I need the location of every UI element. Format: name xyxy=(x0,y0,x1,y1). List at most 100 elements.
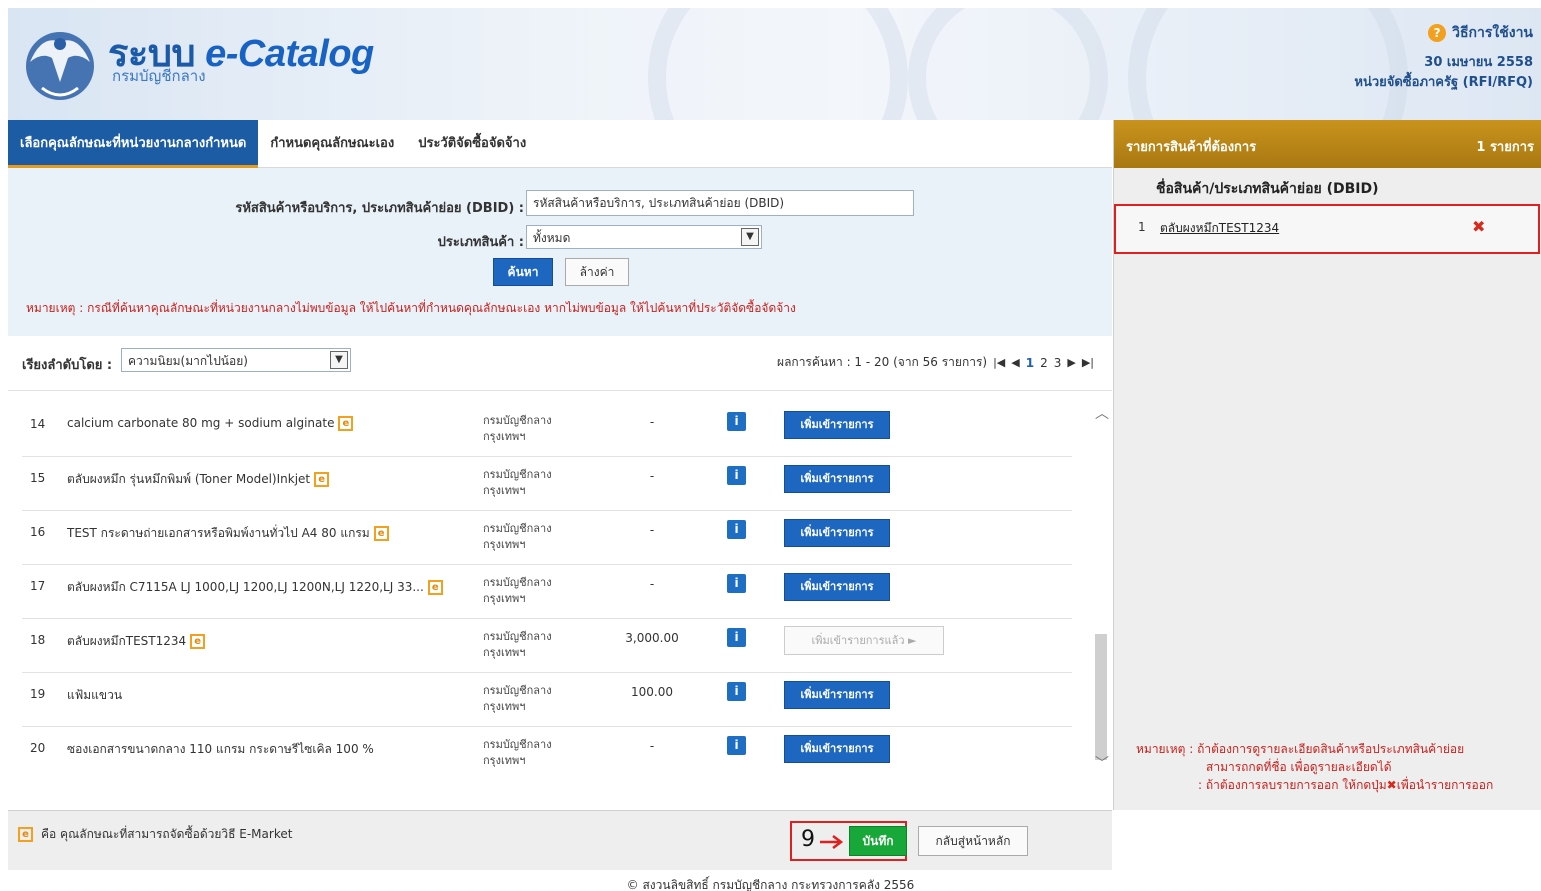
e-market-badge-icon: e xyxy=(314,472,330,487)
price: 3,000.00 xyxy=(625,631,679,645)
help-link[interactable]: ? วิธีการใช้งาน xyxy=(1428,22,1533,44)
result-row: 14 calcium carbonate 80 mg + sodium algi… xyxy=(22,403,1072,457)
search-panel: รหัสสินค้าหรือบริการ, ประเภทสินค้าย่อย (… xyxy=(8,168,1112,336)
row-number: 14 xyxy=(30,417,46,431)
e-market-badge-icon: e xyxy=(338,416,354,431)
next-page-icon[interactable]: ▶ xyxy=(1067,356,1075,369)
agency: กรมบัญชีกลาง กรุงเทพฯ xyxy=(483,522,552,551)
result-count: ผลการค้นหา : 1 - 20 (จาก 56 รายการ) xyxy=(777,355,988,369)
arrow-right-icon xyxy=(820,835,844,849)
tab-procurement-history[interactable]: ประวัติจัดซื้อจัดจ้าง xyxy=(406,120,538,168)
prev-page-icon[interactable]: ◀ xyxy=(1011,356,1019,369)
add-to-list-button[interactable]: เพิ่มเข้ารายการ xyxy=(784,681,890,709)
sort-value: ความนิยม(มากไปน้อย) xyxy=(128,354,248,368)
cart-header: รายการสินค้าที่ต้องการ 1 รายการ xyxy=(1114,120,1541,168)
page-link-1[interactable]: 1 xyxy=(1026,356,1034,370)
chevron-up-icon[interactable]: ︿ xyxy=(1095,403,1109,423)
product-type-select[interactable]: ทั้งหมด ▼ xyxy=(526,225,762,249)
add-to-list-button[interactable]: เพิ่มเข้ารายการ xyxy=(784,519,890,547)
product-name[interactable]: calcium carbonate 80 mg + sodium alginat… xyxy=(67,416,354,431)
price: - xyxy=(649,415,655,429)
product-name[interactable]: ซองเอกสารขนาดกลาง 110 แกรม กระดาษรีไซเคิ… xyxy=(67,740,374,759)
code-search-input[interactable] xyxy=(526,190,914,216)
first-page-icon[interactable]: |◀ xyxy=(993,356,1005,369)
add-to-list-button[interactable]: เพิ่มเข้ารายการ xyxy=(784,411,890,439)
product-name[interactable]: ตลับผงหมึก C7115A LJ 1000,LJ 1200,LJ 120… xyxy=(67,578,443,597)
row-number: 18 xyxy=(30,633,46,647)
row-number: 20 xyxy=(30,741,46,755)
product-type-value: ทั้งหมด xyxy=(533,231,571,245)
product-name[interactable]: แฟ้มแขวน xyxy=(67,686,122,705)
info-icon[interactable]: i xyxy=(727,682,746,701)
header-unit: หน่วยจัดซื้อภาครัฐ (RFI/RFQ) xyxy=(1354,75,1533,90)
info-icon[interactable]: i xyxy=(727,736,746,755)
clear-button[interactable]: ล้างค่า xyxy=(565,258,629,286)
add-to-list-button[interactable]: เพิ่มเข้ารายการ xyxy=(784,465,890,493)
sort-row: เรียงลำดับโดย : ความนิยม(มากไปน้อย) ▼ ผล… xyxy=(8,336,1112,390)
tab-custom-spec[interactable]: กำหนดคุณลักษณะเอง xyxy=(258,120,406,168)
agency: กรมบัญชีกลาง กรุงเทพฯ xyxy=(483,630,552,659)
page-link-2[interactable]: 2 xyxy=(1040,356,1048,370)
cart-count: 1 รายการ xyxy=(1476,140,1534,155)
tab-bar: เลือกคุณลักษณะที่หน่วยงานกลางกำหนด กำหนด… xyxy=(8,120,1112,168)
price: - xyxy=(649,577,655,591)
add-to-list-button[interactable]: เพิ่มเข้ารายการ xyxy=(784,735,890,763)
copyright: © สงวนลิขสิทธิ์ กรมบัญชีกลาง กระทรวงการค… xyxy=(626,878,915,891)
results-list: 14 calcium carbonate 80 mg + sodium algi… xyxy=(8,390,1112,810)
agency: กรมบัญชีกลาง กรุงเทพฯ xyxy=(483,684,552,713)
cart-title: รายการสินค้าที่ต้องการ xyxy=(1126,140,1257,155)
save-button[interactable]: บันทึก xyxy=(849,826,907,856)
added-to-list-button: เพิ่มเข้ารายการแล้ว ► xyxy=(784,626,944,655)
search-button[interactable]: ค้นหา xyxy=(493,258,553,286)
chevron-down-icon[interactable]: ﹀ xyxy=(1095,753,1109,773)
cart-item-number: 1 xyxy=(1138,220,1146,234)
question-icon: ? xyxy=(1428,24,1447,42)
price: - xyxy=(649,523,655,537)
chevron-down-icon: ▼ xyxy=(741,228,759,246)
info-icon[interactable]: i xyxy=(727,520,746,539)
scroll-thumb[interactable] xyxy=(1095,634,1107,760)
results-scrollbar[interactable]: ︿ ﹀ xyxy=(1092,403,1110,773)
legend: e คือ คุณลักษณะที่สามารถจัดซื้อด้วยวิธี … xyxy=(18,825,292,844)
e-market-badge-icon: e xyxy=(373,526,389,541)
e-market-badge-icon: e xyxy=(190,634,206,649)
last-page-icon[interactable]: ▶| xyxy=(1082,356,1094,369)
agency: กรมบัญชีกลาง กรุงเทพฯ xyxy=(483,468,552,497)
legend-text: คือ คุณลักษณะที่สามารถจัดซื้อด้วยวิธี E-… xyxy=(41,827,293,841)
step-number: 9 xyxy=(801,827,815,852)
e-market-badge-icon: e xyxy=(427,580,443,595)
product-name[interactable]: ตลับผงหมึกTEST1234 e xyxy=(67,632,206,651)
row-number: 19 xyxy=(30,687,46,701)
info-icon[interactable]: i xyxy=(727,574,746,593)
back-to-home-button[interactable]: กลับสู่หน้าหลัก xyxy=(918,826,1028,856)
result-row: 20 ซองเอกสารขนาดกลาง 110 แกรม กระดาษรีไซ… xyxy=(22,727,1072,781)
search-note: หมายเหตุ : กรณีที่ค้นหาคุณลักษณะที่หน่วย… xyxy=(26,301,796,315)
agency: กรมบัญชีกลาง กรุงเทพฯ xyxy=(483,738,552,767)
result-row: 16 TEST กระดาษถ่ายเอกสารหรือพิมพ์งานทั่ว… xyxy=(22,511,1072,565)
price: - xyxy=(649,469,655,483)
page-link-3[interactable]: 3 xyxy=(1054,356,1062,370)
result-row: 15 ตลับผงหมึก รุ่นหมึกพิมพ์ (Toner Model… xyxy=(22,457,1072,511)
result-row: 18 ตลับผงหมึกTEST1234 e กรมบัญชีกลาง กรุงเ… xyxy=(22,619,1072,673)
header-date: 30 เมษายน 2558 xyxy=(1424,55,1533,70)
product-name[interactable]: ตลับผงหมึก รุ่นหมึกพิมพ์ (Toner Model)In… xyxy=(67,470,330,489)
cart-column-header: ชื่อสินค้า/ประเภทสินค้าย่อย (DBID) xyxy=(1156,181,1379,197)
info-icon[interactable]: i xyxy=(727,466,746,485)
tab-central-spec[interactable]: เลือกคุณลักษณะที่หน่วยงานกลางกำหนด xyxy=(8,120,259,168)
help-label: วิธีการใช้งาน xyxy=(1452,25,1533,41)
add-to-list-button[interactable]: เพิ่มเข้ารายการ xyxy=(784,573,890,601)
pagination: ผลการค้นหา : 1 - 20 (จาก 56 รายการ) |◀ ◀… xyxy=(777,353,1094,372)
info-icon[interactable]: i xyxy=(727,412,746,431)
site-header: ระบบ e-Catalog กรมบัญชีกลาง ? วิธีการใช้… xyxy=(8,8,1541,120)
code-label: รหัสสินค้าหรือบริการ, ประเภทสินค้าย่อย (… xyxy=(235,201,524,216)
brand-subtitle: กรมบัญชีกลาง xyxy=(112,67,206,85)
remove-icon[interactable]: ✖ xyxy=(1472,217,1485,236)
cart-note: หมายเหตุ : ถ้าต้องการดูรายละเอียดสินค้าห… xyxy=(1136,742,1494,792)
product-name[interactable]: TEST กระดาษถ่ายเอกสารหรือพิมพ์งานทั่วไป … xyxy=(67,524,389,543)
cart-item-name[interactable]: ตลับผงหมึกTEST1234 xyxy=(1160,219,1279,238)
sort-select[interactable]: ความนิยม(มากไปน้อย) ▼ xyxy=(121,348,351,372)
chevron-down-icon: ▼ xyxy=(330,351,348,369)
cart-panel: รายการสินค้าที่ต้องการ 1 รายการ ชื่อสินค… xyxy=(1113,120,1541,810)
info-icon[interactable]: i xyxy=(727,628,746,647)
agency: กรมบัญชีกลาง กรุงเทพฯ xyxy=(483,414,552,443)
